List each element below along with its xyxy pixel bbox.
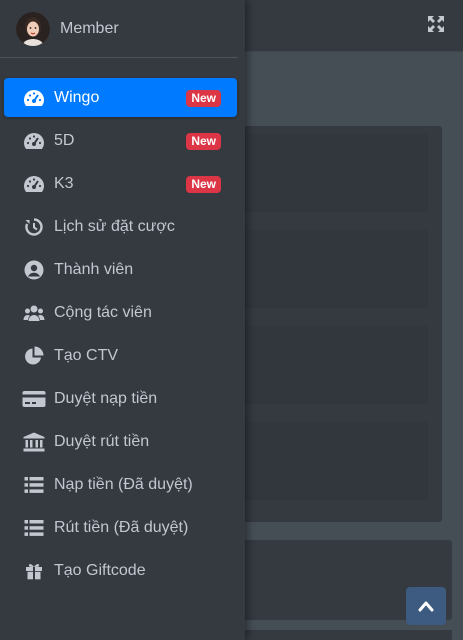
stat-box — [230, 326, 428, 404]
list-icon — [22, 475, 46, 495]
nav-item-withdraw-approved[interactable]: Rút tiền (Đã duyệt) — [4, 508, 237, 547]
nav-item-label: Cộng tác viên — [54, 303, 152, 321]
chevron-up-icon — [418, 601, 434, 612]
nav-item-label: 5D — [54, 131, 75, 149]
stat-box — [230, 134, 428, 212]
content-card — [230, 630, 452, 640]
nav-item-5d[interactable]: 5D New — [4, 121, 237, 160]
nav-item-approve-deposit[interactable]: Duyệt nạp tiền — [4, 379, 237, 418]
nav-item-wingo[interactable]: Wingo New — [4, 78, 237, 117]
history-icon — [22, 217, 46, 237]
nav-item-label: Lịch sử đặt cược — [54, 217, 175, 235]
speedometer-icon — [22, 88, 46, 108]
nav-item-label: Tạo CTV — [54, 346, 119, 364]
speedometer-icon — [22, 131, 46, 151]
avatar — [16, 11, 50, 46]
scroll-to-top-button[interactable] — [406, 587, 446, 625]
speedometer-icon — [22, 174, 46, 194]
list-icon — [22, 518, 46, 538]
nav-item-label: Wingo — [54, 88, 100, 106]
gift-icon — [22, 561, 46, 581]
nav-item-label: Thành viên — [54, 260, 134, 278]
nav-item-label: K3 — [54, 174, 74, 192]
user-name: Member — [60, 19, 119, 37]
users-icon — [22, 303, 46, 323]
fullscreen-icon[interactable] — [427, 15, 445, 33]
pie-chart-icon — [22, 346, 46, 366]
nav-item-label: Duyệt nạp tiền — [54, 389, 158, 407]
nav-item-label: Rút tiền (Đã duyệt) — [54, 518, 189, 536]
new-badge: New — [186, 133, 221, 150]
new-badge: New — [186, 176, 221, 193]
nav-item-k3[interactable]: K3 New — [4, 164, 237, 203]
sidebar: Member Wingo New 5D New K3 New Lịch sử đ… — [0, 0, 245, 640]
nav-item-create-ctv[interactable]: Tạo CTV — [4, 336, 237, 375]
nav-item-approve-withdraw[interactable]: Duyệt rút tiền — [4, 422, 237, 461]
nav-item-bet-history[interactable]: Lịch sử đặt cược — [4, 207, 237, 246]
stat-box — [230, 422, 428, 500]
nav-item-label: Nạp tiền (Đã duyệt) — [54, 475, 193, 493]
new-badge: New — [186, 90, 221, 107]
nav-item-deposit-approved[interactable]: Nạp tiền (Đã duyệt) — [4, 465, 237, 504]
user-circle-icon — [22, 260, 46, 280]
user-panel[interactable]: Member — [0, 0, 238, 58]
bank-icon — [22, 432, 46, 452]
nav-item-label: Duyệt rút tiền — [54, 432, 150, 450]
nav-item-label: Tạo Giftcode — [54, 561, 146, 579]
nav-item-members[interactable]: Thành viên — [4, 250, 237, 289]
stat-box — [230, 230, 428, 308]
nav-item-collaborators[interactable]: Cộng tác viên — [4, 293, 237, 332]
sidebar-menu: Wingo New 5D New K3 New Lịch sử đặt cược — [0, 58, 245, 590]
nav-item-create-giftcode[interactable]: Tạo Giftcode — [4, 551, 237, 590]
credit-card-icon — [22, 389, 46, 409]
